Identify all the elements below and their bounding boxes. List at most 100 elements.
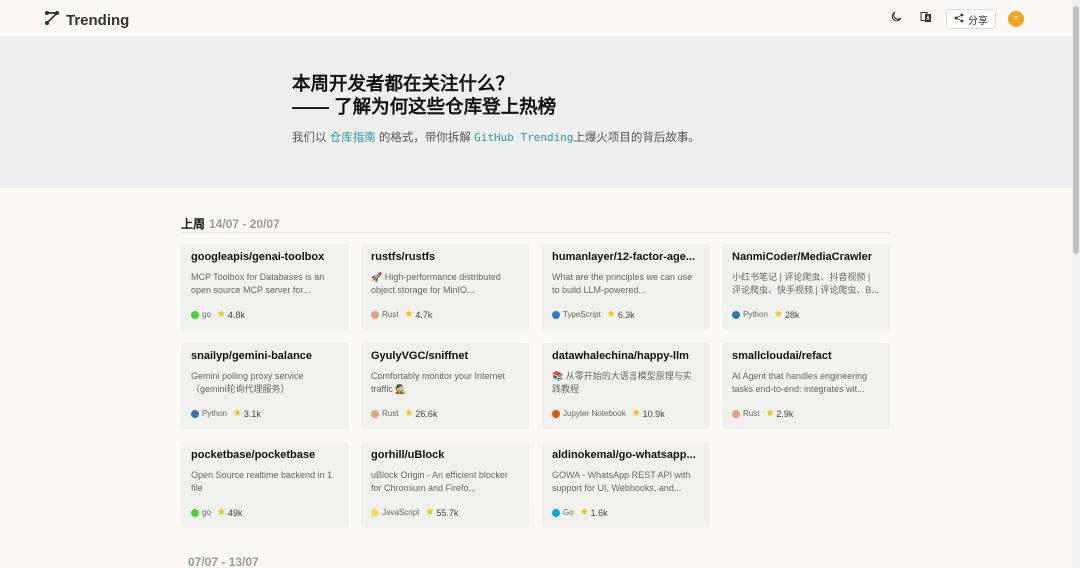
top-bar: Trending 分享 T (0, 0, 1072, 38)
repo-language: Go (563, 508, 574, 517)
star-icon: ★ (216, 309, 226, 320)
repo-card[interactable]: aldinokemal/go-whatsapp... GOWA - WhatsAp… (542, 442, 710, 528)
repo-name[interactable]: NanmiCoder/MediaCrawler (732, 251, 880, 266)
repo-card[interactable]: snailyp/gemini-balance Gemini polling pro… (181, 343, 349, 429)
repo-card[interactable]: googleapis/genai-toolbox MCP Toolbox for … (181, 244, 349, 330)
scroll-thumb[interactable] (1073, 6, 1079, 254)
repo-card[interactable]: pocketbase/pocketbase Open Source realtim… (181, 442, 349, 528)
repo-stars: 26.6k (415, 408, 438, 419)
translate-icon (920, 10, 932, 28)
language-dot (371, 310, 379, 319)
star-icon: ★ (216, 507, 226, 518)
language-dot (732, 409, 740, 418)
repo-description: AI Agent that handles engineering tasks … (732, 371, 868, 394)
avatar[interactable]: T (1008, 11, 1024, 27)
repo-description: Gemini polling proxy service （gemini轮询代理… (191, 371, 304, 394)
logo[interactable]: Trending (44, 10, 129, 31)
repo-meta: Go ★ 1.6k (552, 507, 608, 518)
repo-description: GOWA - WhatsApp REST API with support fo… (552, 470, 691, 493)
hero-sub-suffix: 上爆火项目的背后故事。 (573, 132, 700, 144)
repo-description: MCP Toolbox for Databases is an open sou… (191, 272, 325, 295)
hero-title: 本周开发者都在关注什么？ —— 了解为何这些仓库登上热榜 (292, 72, 556, 118)
repo-guide-link[interactable]: 仓库指南 (330, 132, 376, 144)
repo-stars: 55.7k (436, 507, 459, 518)
star-icon: ★ (579, 507, 589, 518)
moon-icon (890, 10, 902, 28)
repo-meta: go ★ 4.8k (191, 309, 245, 320)
share-label: 分享 (968, 15, 988, 27)
repo-name[interactable]: smallcloudai/refact (732, 350, 880, 365)
repo-name[interactable]: snailyp/gemini-balance (191, 350, 339, 365)
repo-language: JavaScript (382, 508, 420, 517)
repo-meta: JavaScript ★ 55.7k (371, 507, 458, 518)
language-dot (191, 508, 199, 517)
hero-sub-mid: 的格式，带你拆解 (375, 132, 475, 144)
week-heading: 上周 14/07 - 20/07 (181, 215, 280, 232)
repo-language: Jupyter Notebook (563, 409, 626, 418)
trending-logo-icon (44, 10, 60, 31)
hero-title-line1: 本周开发者都在关注什么？ (292, 73, 515, 94)
next-week-range: 07/07 - 13/07 (188, 555, 259, 568)
repo-language: Rust (382, 310, 399, 319)
hero-title-line2: —— 了解为何这些仓库登上热榜 (292, 96, 557, 117)
star-icon: ★ (631, 408, 641, 419)
repo-meta: Rust ★ 26.6k (371, 408, 437, 419)
language-dot (732, 310, 740, 319)
star-icon: ★ (425, 507, 435, 518)
repo-description: 📚 从零开始的大语言模型原理与实践教程 (552, 371, 692, 394)
week-divider (181, 232, 890, 233)
repo-description: What are the principles we can use to bu… (552, 272, 693, 295)
repo-name[interactable]: gorhill/uBlock (371, 449, 519, 464)
share-button[interactable]: 分享 (946, 9, 996, 29)
week-range: 14/07 - 20/07 (209, 217, 280, 231)
repo-name[interactable]: pocketbase/pocketbase (191, 449, 339, 464)
repo-description: 小红书笔记 | 评论爬虫、抖音视频 | 评论爬虫、快手视频 | 评论爬虫、B..… (732, 272, 879, 295)
translate-button[interactable] (916, 9, 936, 29)
repo-card[interactable]: datawhalechina/happy-llm 📚 从零开始的大语言模型原理与实… (542, 343, 710, 429)
repo-stars: 3.1k (243, 408, 261, 419)
repo-name[interactable]: rustfs/rustfs (371, 251, 519, 266)
repo-card[interactable]: NanmiCoder/MediaCrawler 小红书笔记 | 评论爬虫、抖音视频… (722, 244, 890, 330)
star-icon: ★ (765, 408, 775, 419)
repo-name[interactable]: googleapis/genai-toolbox (191, 251, 339, 266)
repo-card[interactable]: humanlayer/12-factor-age... What are the … (542, 244, 710, 330)
scrollbar[interactable] (1072, 0, 1080, 568)
repo-name[interactable]: aldinokemal/go-whatsapp... (552, 449, 700, 464)
repo-language: Python (202, 409, 227, 418)
repo-stars: 1.6k (590, 507, 608, 518)
star-icon: ★ (232, 408, 242, 419)
language-dot (191, 409, 199, 418)
repo-name[interactable]: datawhalechina/happy-llm (552, 350, 700, 365)
star-icon: ★ (404, 309, 414, 320)
repo-meta: Jupyter Notebook ★ 10.9k (552, 408, 665, 419)
repo-description: 🚀 High-performance distributed object st… (371, 272, 501, 295)
repo-meta: Rust ★ 2.9k (732, 408, 793, 419)
repo-language: Rust (743, 409, 760, 418)
repo-card[interactable]: GyulyVGC/sniffnet Comfortably monitor you… (361, 343, 529, 429)
repo-language: Rust (382, 409, 399, 418)
repo-stars: 2.9k (776, 408, 794, 419)
repo-name[interactable]: GyulyVGC/sniffnet (371, 350, 519, 365)
repo-card[interactable]: smallcloudai/refact AI Agent that handles… (722, 343, 890, 429)
star-icon: ★ (773, 309, 783, 320)
share-icon (954, 13, 964, 26)
repo-name[interactable]: humanlayer/12-factor-age... (552, 251, 700, 266)
repo-stars: 28k (784, 309, 800, 320)
theme-toggle-button[interactable] (886, 9, 906, 29)
hero-subtitle: 我们以 仓库指南 的格式，带你拆解 GitHub Trending上爆火项目的背… (292, 129, 700, 145)
repo-card[interactable]: gorhill/uBlock uBlock Origin - An efficie… (361, 442, 529, 528)
repo-language: Python (743, 310, 768, 319)
language-dot (371, 508, 379, 517)
language-dot (191, 310, 199, 319)
repo-description: uBlock Origin - An efficient blocker for… (371, 470, 508, 493)
repo-meta: TypeScript ★ 6.3k (552, 309, 635, 320)
repo-meta: go ★ 49k (191, 507, 242, 518)
app-title: Trending (66, 12, 130, 29)
repo-stars: 49k (227, 507, 243, 518)
repo-card[interactable]: rustfs/rustfs 🚀 High-performance distribu… (361, 244, 529, 330)
github-trending-link[interactable]: GitHub Trending (474, 131, 573, 144)
repo-stars: 4.7k (415, 309, 433, 320)
repo-meta: Python ★ 28k (732, 309, 799, 320)
language-dot (552, 409, 560, 418)
repo-language: go (202, 508, 211, 517)
